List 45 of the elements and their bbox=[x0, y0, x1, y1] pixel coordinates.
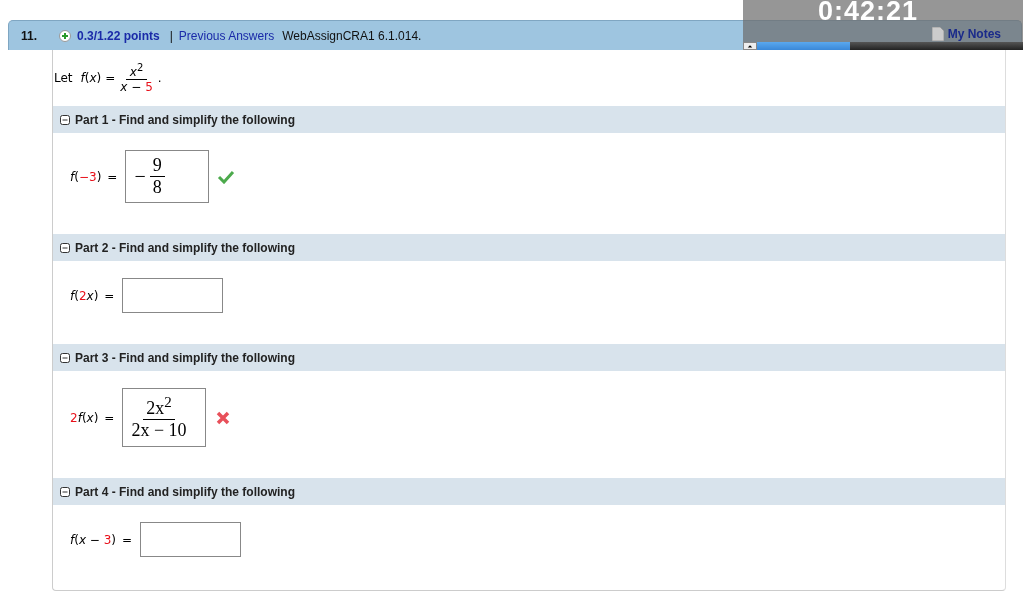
math-text: f(x) bbox=[77, 410, 99, 425]
equals-sign: = bbox=[104, 288, 115, 303]
page-icon bbox=[931, 27, 944, 41]
math-text: ) bbox=[96, 169, 102, 184]
highlighted-value: 5 bbox=[145, 80, 153, 94]
math-text: f(x − bbox=[70, 532, 101, 547]
plus-icon bbox=[59, 29, 71, 42]
highlighted-value: 2 bbox=[78, 288, 87, 303]
answer-field[interactable]: 2x$^{2}$ 2x − 10 bbox=[122, 388, 207, 447]
answer-field[interactable] bbox=[140, 522, 242, 557]
prompt-text: Let bbox=[54, 71, 73, 85]
equals-sign: = bbox=[122, 532, 133, 547]
question-number: 11. bbox=[21, 28, 39, 43]
part-header[interactable]: Part 3 - Find and simplify the following bbox=[53, 344, 1005, 371]
part-header[interactable]: Part 2 - Find and simplify the following bbox=[53, 234, 1005, 261]
part-title: Part 1 - Find and simplify the following bbox=[75, 112, 295, 127]
minus-icon[interactable] bbox=[60, 242, 70, 253]
math-text: f( bbox=[70, 169, 79, 184]
minus-icon[interactable] bbox=[60, 486, 70, 497]
highlighted-value: 3 bbox=[103, 532, 112, 547]
part-title: Part 4 - Find and simplify the following bbox=[75, 484, 295, 499]
period: . bbox=[157, 71, 162, 85]
minus-icon[interactable] bbox=[60, 114, 70, 125]
math-text: x$^{2}$ bbox=[129, 65, 144, 79]
math-text: ) bbox=[111, 532, 117, 547]
equals-sign: = bbox=[104, 410, 115, 425]
math-text: x) bbox=[86, 288, 99, 303]
highlighted-value: 2 bbox=[70, 410, 78, 425]
part-title: Part 2 - Find and simplify the following bbox=[75, 240, 295, 255]
previous-answers-link[interactable]: Previous Answers bbox=[178, 28, 275, 43]
math-text: f( bbox=[70, 288, 79, 303]
equals-sign: = bbox=[107, 169, 118, 184]
math-text: f(x) bbox=[80, 71, 102, 85]
points-score: 0.3/1.22 points bbox=[77, 28, 160, 43]
math-text: x − bbox=[120, 80, 143, 94]
timer-text: 0:42:21 bbox=[818, 0, 919, 27]
question-source: WebAssignCRA1 6.1.014. bbox=[282, 28, 422, 43]
highlighted-value: −3 bbox=[78, 169, 97, 184]
part-header[interactable]: Part 4 - Find and simplify the following bbox=[53, 478, 1005, 505]
equals-sign: = bbox=[105, 71, 116, 85]
part-header[interactable]: Part 1 - Find and simplify the following bbox=[53, 106, 1005, 133]
part-title: Part 3 - Find and simplify the following bbox=[75, 350, 295, 365]
separator: | bbox=[169, 28, 173, 43]
minus-icon[interactable] bbox=[60, 352, 70, 363]
answer-field[interactable] bbox=[122, 278, 224, 313]
